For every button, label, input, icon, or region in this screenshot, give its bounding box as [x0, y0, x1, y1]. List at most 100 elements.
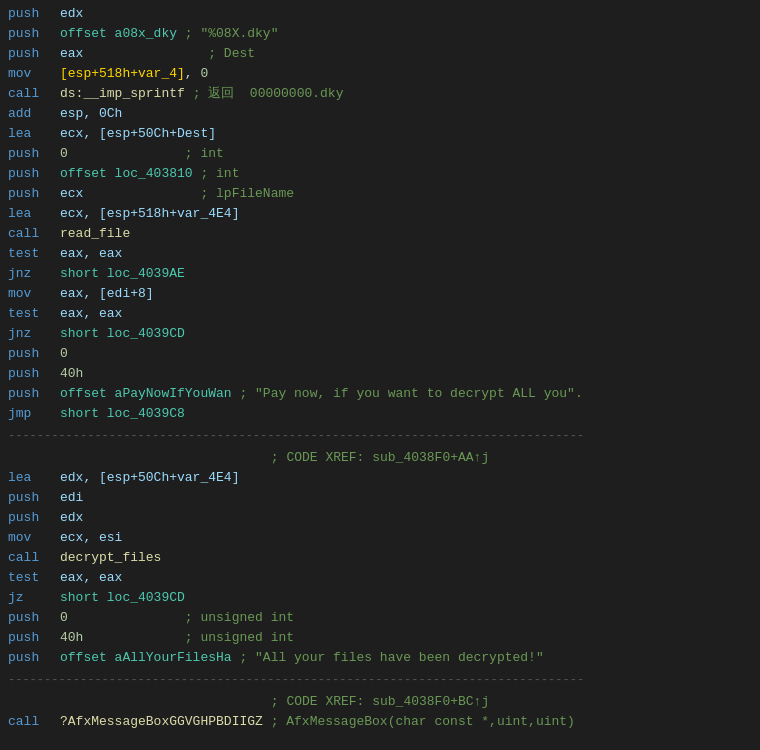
operand-part: edx: [60, 510, 83, 525]
asm-mnemonic: lea: [8, 124, 60, 144]
asm-instruction: pushoffset loc_403810 ; int: [0, 164, 760, 184]
operand-part: ecx, [esp+50Ch+Dest]: [60, 126, 216, 141]
operand-part: eax, eax: [60, 570, 122, 585]
operand-part: ; "%08X.dky": [177, 26, 278, 41]
operand-part: ecx, [esp+518h+var_4E4]: [60, 206, 239, 221]
asm-operands: ecx, esi: [60, 528, 752, 548]
operand-part: 40h: [60, 366, 83, 381]
operand-part: 0: [60, 146, 68, 161]
operand-part: edx: [60, 6, 83, 21]
asm-operands: short loc_4039CD: [60, 324, 752, 344]
asm-operands: edx: [60, 4, 752, 24]
asm-operands: short loc_4039CD: [60, 588, 752, 608]
operand-part: ; int: [68, 146, 224, 161]
asm-instruction: pusheax ; Dest: [0, 44, 760, 64]
operand-part: 0: [60, 346, 68, 361]
asm-operands: [esp+518h+var_4], 0: [60, 64, 752, 84]
asm-instruction: testeax, eax: [0, 244, 760, 264]
operand-part: ; Dest: [83, 46, 255, 61]
separator-line: ----------------------------------------…: [0, 424, 760, 448]
asm-operands: offset aPayNowIfYouWan ; "Pay now, if yo…: [60, 384, 752, 404]
asm-mnemonic: test: [8, 568, 60, 588]
asm-mnemonic: push: [8, 608, 60, 628]
asm-mnemonic: test: [8, 304, 60, 324]
asm-instruction: callread_file: [0, 224, 760, 244]
asm-instruction: pushoffset aAllYourFilesHa ; "All your f…: [0, 648, 760, 668]
operand-part: 0: [60, 610, 68, 625]
asm-instruction: testeax, eax: [0, 304, 760, 324]
operand-part: [esp+518h+var_4]: [60, 66, 185, 81]
asm-operands: ds:__imp_sprintf ; 返回 00000000.dky: [60, 84, 752, 104]
asm-mnemonic: call: [8, 84, 60, 104]
asm-instruction: leaedx, [esp+50Ch+var_4E4]: [0, 468, 760, 488]
asm-operands: eax, eax: [60, 304, 752, 324]
asm-instruction: leaecx, [esp+518h+var_4E4]: [0, 204, 760, 224]
asm-mnemonic: push: [8, 384, 60, 404]
asm-operands: offset a08x_dky ; "%08X.dky": [60, 24, 752, 44]
asm-operands: eax, eax: [60, 244, 752, 264]
asm-operands: ecx, [esp+518h+var_4E4]: [60, 204, 752, 224]
asm-instruction: calldecrypt_files: [0, 548, 760, 568]
operand-part: esp, 0Ch: [60, 106, 122, 121]
operand-part: offset a08x_dky: [60, 26, 177, 41]
asm-mnemonic: lea: [8, 204, 60, 224]
asm-instruction: pushedx: [0, 508, 760, 528]
operand-part: ; AfxMessageBox(char const *,uint,uint): [263, 714, 575, 729]
asm-operands: edx, [esp+50Ch+var_4E4]: [60, 468, 752, 488]
asm-operands: ?AfxMessageBoxGGVGHPBDIIGZ ; AfxMessageB…: [60, 712, 752, 732]
asm-mnemonic: call: [8, 548, 60, 568]
operand-part: eax, [edi+8]: [60, 286, 154, 301]
operand-part: offset loc_403810: [60, 166, 193, 181]
operand-part: ; unsigned int: [83, 630, 294, 645]
asm-instruction: mov[esp+518h+var_4], 0: [0, 64, 760, 84]
operand-part: edi: [60, 490, 83, 505]
operand-part: ; "Pay now, if you want to decrypt ALL y…: [232, 386, 583, 401]
operand-part: ?AfxMessageBoxGGVGHPBDIIGZ: [60, 714, 263, 729]
asm-mnemonic: jnz: [8, 264, 60, 284]
asm-instruction: jnzshort loc_4039CD: [0, 324, 760, 344]
asm-mnemonic: push: [8, 364, 60, 384]
operand-part: ecx: [60, 186, 83, 201]
asm-operands: eax, eax: [60, 568, 752, 588]
operand-part: eax, eax: [60, 246, 122, 261]
asm-instruction: push0: [0, 344, 760, 364]
asm-operands: eax ; Dest: [60, 44, 752, 64]
asm-mnemonic: add: [8, 104, 60, 124]
asm-operands: short loc_4039C8: [60, 404, 752, 424]
asm-operands: eax, [edi+8]: [60, 284, 752, 304]
asm-mnemonic: push: [8, 164, 60, 184]
asm-operands: 40h ; unsigned int: [60, 628, 752, 648]
operand-part: ; unsigned int: [68, 610, 294, 625]
asm-mnemonic: push: [8, 344, 60, 364]
asm-mnemonic: push: [8, 184, 60, 204]
asm-operands: 0 ; unsigned int: [60, 608, 752, 628]
asm-mnemonic: mov: [8, 284, 60, 304]
asm-operands: read_file: [60, 224, 752, 244]
asm-operands: short loc_4039AE: [60, 264, 752, 284]
asm-instruction: push0 ; unsigned int: [0, 608, 760, 628]
operand-part: eax, eax: [60, 306, 122, 321]
asm-instruction: movecx, esi: [0, 528, 760, 548]
asm-mnemonic: push: [8, 508, 60, 528]
operand-part: ; int: [193, 166, 240, 181]
asm-instruction: pushedx: [0, 4, 760, 24]
asm-instruction: testeax, eax: [0, 568, 760, 588]
disassembly-view: pushedxpushoffset a08x_dky ; "%08X.dky"p…: [0, 0, 760, 736]
asm-instruction: pushecx ; lpFileName: [0, 184, 760, 204]
operand-part: decrypt_files: [60, 550, 161, 565]
asm-mnemonic: jnz: [8, 324, 60, 344]
operand-part: short loc_4039CD: [60, 590, 185, 605]
asm-instruction: jmpshort loc_4039C8: [0, 404, 760, 424]
asm-mnemonic: jmp: [8, 404, 60, 424]
operand-part: offset aAllYourFilesHa: [60, 650, 232, 665]
asm-instruction: push40h ; unsigned int: [0, 628, 760, 648]
operand-part: ; "All your files have been decrypted!": [232, 650, 544, 665]
operand-part: short loc_4039AE: [60, 266, 185, 281]
operand-part: 0: [200, 66, 208, 81]
xref-comment: ; CODE XREF: sub_4038F0+AA↑j: [0, 448, 760, 468]
asm-operands: 0 ; int: [60, 144, 752, 164]
xref-comment: ; CODE XREF: sub_4038F0+BC↑j: [0, 692, 760, 712]
asm-instruction: pushoffset a08x_dky ; "%08X.dky": [0, 24, 760, 44]
operand-part: 40h: [60, 630, 83, 645]
operand-part: short loc_4039CD: [60, 326, 185, 341]
